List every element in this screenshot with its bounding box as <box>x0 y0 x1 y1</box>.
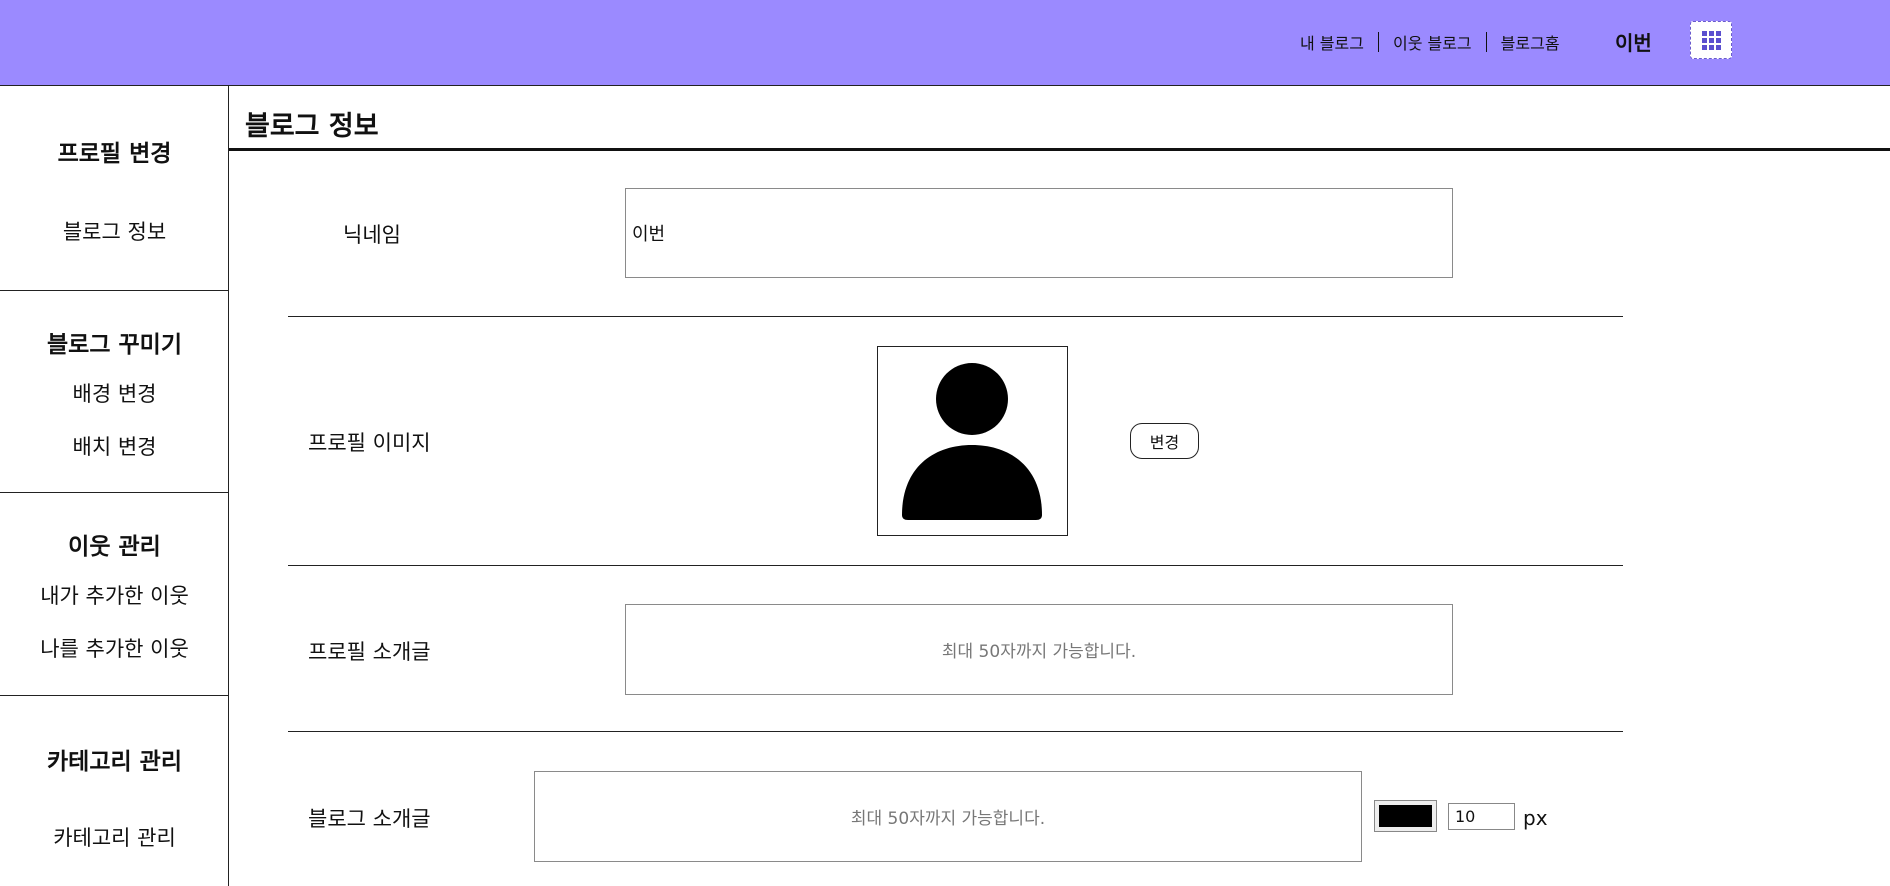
nickname-label: 닉네임 <box>343 223 401 247</box>
top-header: 내 블로그 이웃 블로그 블로그홈 이번 <box>0 0 1890 86</box>
row-divider <box>288 316 1623 317</box>
nav-blog-home-link[interactable]: 블로그홈 <box>1501 30 1560 54</box>
sidebar-item-layout[interactable]: 배치 변경 <box>0 431 229 461</box>
font-size-input[interactable]: 10 <box>1448 803 1515 830</box>
row-divider <box>288 731 1623 732</box>
settings-sidebar: 프로필 변경 블로그 정보 블로그 꾸미기 배경 변경 배치 변경 이웃 관리 … <box>0 86 229 886</box>
font-size-unit: px <box>1523 806 1548 830</box>
grid-icon <box>1701 30 1721 50</box>
profile-intro-label: 프로필 소개글 <box>308 640 431 664</box>
user-avatar-icon <box>902 363 1042 520</box>
blog-intro-label: 블로그 소개글 <box>308 807 431 831</box>
nav-separator <box>1485 32 1487 52</box>
apps-menu-button[interactable] <box>1690 21 1732 59</box>
sidebar-section-neighbors: 이웃 관리 내가 추가한 이웃 나를 추가한 이웃 <box>0 493 229 696</box>
sidebar-item-background[interactable]: 배경 변경 <box>0 378 229 408</box>
sidebar-section-title: 블로그 꾸미기 <box>47 332 182 358</box>
top-nav: 내 블로그 이웃 블로그 블로그홈 <box>1300 30 1560 54</box>
profile-intro-field[interactable]: 최대 50자까지 가능합니다. <box>625 604 1453 695</box>
sidebar-section-title: 카테고리 관리 <box>47 749 182 775</box>
profile-image-preview <box>877 346 1068 536</box>
page-title: 블로그 정보 <box>245 111 379 142</box>
nav-separator <box>1377 32 1379 52</box>
sidebar-section-title: 이웃 관리 <box>68 534 161 560</box>
sidebar-section-decorate: 블로그 꾸미기 배경 변경 배치 변경 <box>0 291 229 493</box>
nav-neighbor-blog-link[interactable]: 이웃 블로그 <box>1393 30 1472 54</box>
profile-image-label: 프로필 이미지 <box>308 431 431 455</box>
color-swatch-fill <box>1379 805 1432 827</box>
sidebar-section-category: 카테고리 관리 카테고리 관리 <box>0 696 229 886</box>
sidebar-item-added-me[interactable]: 나를 추가한 이웃 <box>0 633 229 663</box>
sidebar-item-category-manage[interactable]: 카테고리 관리 <box>0 822 229 852</box>
sidebar-section-profile: 프로필 변경 블로그 정보 <box>0 86 229 291</box>
username-label[interactable]: 이번 <box>1615 27 1652 56</box>
sidebar-item-blog-info[interactable]: 블로그 정보 <box>0 216 229 246</box>
blog-intro-field[interactable]: 최대 50자까지 가능합니다. <box>534 771 1362 862</box>
change-image-button[interactable]: 변경 <box>1130 423 1199 459</box>
row-divider <box>288 565 1623 566</box>
title-divider <box>229 148 1890 151</box>
text-color-picker[interactable] <box>1374 800 1437 832</box>
nickname-field[interactable]: 이번 <box>625 188 1453 278</box>
sidebar-item-added-by-me[interactable]: 내가 추가한 이웃 <box>0 580 229 610</box>
nav-my-blog-link[interactable]: 내 블로그 <box>1300 30 1364 54</box>
sidebar-section-title: 프로필 변경 <box>57 141 172 167</box>
